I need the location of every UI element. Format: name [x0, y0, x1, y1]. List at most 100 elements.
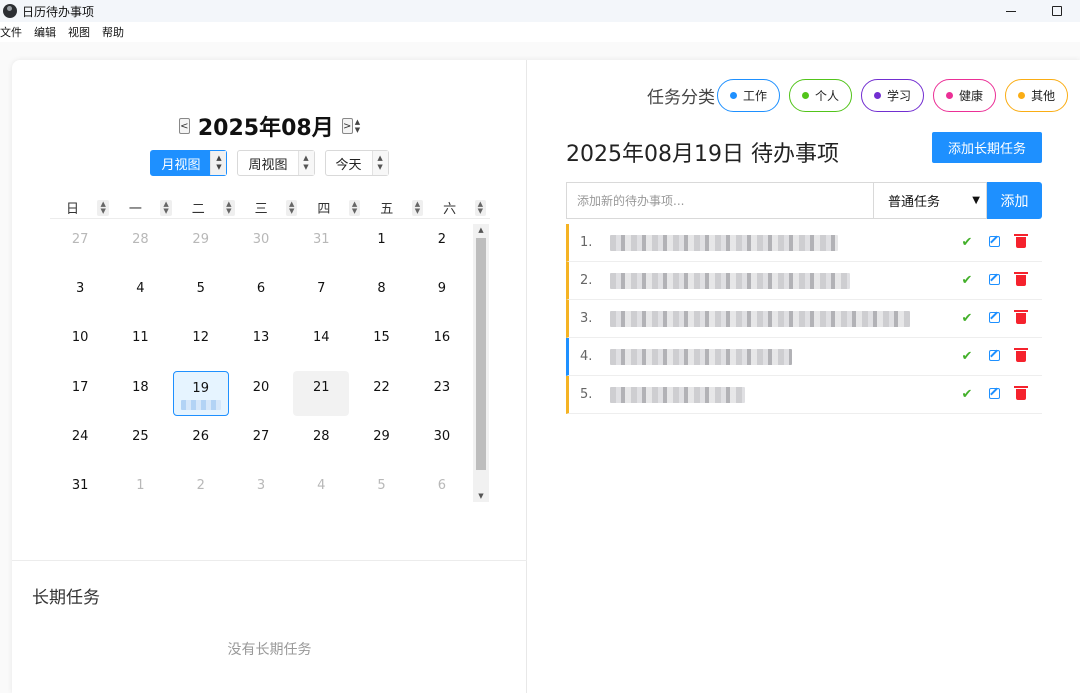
day-cell[interactable]: 3: [52, 272, 108, 317]
day-cell[interactable]: 27: [233, 420, 289, 465]
edit-icon[interactable]: [987, 235, 1001, 250]
day-cell[interactable]: 24: [52, 420, 108, 465]
day-cell[interactable]: 3: [233, 469, 289, 514]
day-cell[interactable]: 2: [414, 223, 470, 268]
check-icon[interactable]: ✔: [960, 274, 974, 287]
trash-icon[interactable]: [1014, 309, 1028, 327]
category-chip-4[interactable]: 其他: [1005, 79, 1069, 112]
day-cell[interactable]: 2: [173, 469, 229, 514]
day-cell[interactable]: 15: [353, 321, 409, 366]
view-button-0[interactable]: 月视图 ▲ ▼: [150, 150, 228, 176]
menu-help[interactable]: 帮助: [102, 24, 130, 40]
day-cell[interactable]: 14: [293, 321, 349, 366]
add-task-button[interactable]: 添加: [987, 182, 1042, 219]
day-cell[interactable]: 19: [172, 370, 229, 416]
day-cell[interactable]: 7: [293, 272, 349, 317]
new-task-input[interactable]: [566, 182, 873, 219]
category-chip-2[interactable]: 学习: [861, 79, 925, 112]
day-cell[interactable]: 11: [112, 321, 168, 366]
weekday-2: 二 ▲ ▼: [176, 197, 239, 218]
trash-icon[interactable]: [1014, 233, 1028, 251]
spinner-icon[interactable]: ▲ ▼: [210, 151, 227, 175]
day-cell[interactable]: 31: [52, 469, 108, 514]
day-cell[interactable]: 20: [233, 371, 289, 416]
day-cell[interactable]: 29: [173, 223, 229, 268]
trash-icon[interactable]: [1014, 271, 1028, 289]
next-month-button[interactable]: >: [341, 118, 353, 134]
check-icon[interactable]: ✔: [960, 388, 974, 401]
edit-icon[interactable]: [987, 387, 1001, 402]
day-cell[interactable]: 31: [293, 223, 349, 268]
day-cell[interactable]: 22: [353, 371, 409, 416]
sort-icon[interactable]: ▲ ▼: [160, 199, 172, 216]
day-cell[interactable]: 16: [414, 321, 470, 366]
sort-icon[interactable]: ▲ ▼: [97, 199, 109, 216]
check-icon[interactable]: ✔: [960, 236, 974, 249]
day-cell[interactable]: 27: [52, 223, 108, 268]
day-cell[interactable]: 29: [353, 420, 409, 465]
day-cell[interactable]: 26: [173, 420, 229, 465]
edit-icon[interactable]: [987, 311, 1001, 326]
trash-shape: [1014, 309, 1028, 324]
minimize-button[interactable]: [988, 0, 1034, 22]
day-cell[interactable]: 28: [293, 420, 349, 465]
maximize-button[interactable]: [1034, 0, 1080, 22]
day-cell[interactable]: 1: [112, 469, 168, 514]
day-cell[interactable]: 9: [414, 272, 470, 317]
category-chip-3[interactable]: 健康: [933, 79, 997, 112]
menu-edit[interactable]: 编辑: [34, 24, 62, 40]
task-row: 1. ✔: [566, 224, 1042, 262]
day-cell[interactable]: 6: [233, 272, 289, 317]
sort-icon[interactable]: ▲ ▼: [223, 199, 235, 216]
edit-icon[interactable]: [987, 273, 1001, 288]
calendar-scrollbar[interactable]: ▲ ▼: [473, 224, 489, 502]
day-cell[interactable]: 25: [112, 420, 168, 465]
sort-icon[interactable]: ▲ ▼: [286, 199, 298, 216]
trash-icon[interactable]: [1014, 347, 1028, 365]
category-chip-0[interactable]: 工作: [717, 79, 781, 112]
scroll-down-icon[interactable]: ▼: [473, 492, 489, 500]
category-chip-1[interactable]: 个人: [789, 79, 853, 112]
day-cell[interactable]: 30: [233, 223, 289, 268]
day-cell[interactable]: 1: [353, 223, 409, 268]
sort-icon[interactable]: ▲ ▼: [411, 199, 424, 216]
day-cell[interactable]: 4: [293, 469, 349, 514]
sort-icon[interactable]: ▲ ▼: [348, 199, 361, 216]
day-cell[interactable]: 4: [112, 272, 168, 317]
view-button-1[interactable]: 周视图 ▲ ▼: [237, 150, 315, 176]
day-cell[interactable]: 28: [112, 223, 168, 268]
check-icon[interactable]: ✔: [960, 312, 974, 325]
category-chip-label: 健康: [959, 89, 984, 103]
day-cell[interactable]: 6: [414, 469, 470, 514]
day-cell[interactable]: 5: [173, 272, 229, 317]
day-cell[interactable]: 13: [233, 321, 289, 366]
scrollbar-thumb[interactable]: [476, 238, 486, 470]
day-cell[interactable]: 10: [52, 321, 108, 366]
day-cell[interactable]: 21: [293, 370, 350, 416]
day-number: 29: [373, 428, 390, 444]
day-cell[interactable]: 30: [414, 420, 470, 465]
day-cell[interactable]: 5: [353, 469, 409, 514]
day-cell[interactable]: 12: [173, 321, 229, 366]
menu-file[interactable]: 文件: [0, 24, 28, 40]
check-icon[interactable]: ✔: [960, 350, 974, 363]
view-button-2[interactable]: 今天 ▲ ▼: [324, 150, 389, 176]
day-cell[interactable]: 8: [353, 272, 409, 317]
spinner-icon[interactable]: ▲ ▼: [297, 151, 314, 175]
menu-view[interactable]: 视图: [68, 24, 96, 40]
trash-icon[interactable]: [1014, 385, 1028, 403]
sort-icon[interactable]: ▲ ▼: [474, 199, 486, 216]
edit-icon[interactable]: [987, 349, 1001, 364]
task-type-select[interactable]: 普通任务 ▼: [873, 182, 987, 219]
spinner-icon[interactable]: ▲ ▼: [371, 151, 388, 175]
task-type-value: 普通任务: [888, 195, 941, 210]
day-cell[interactable]: 17: [52, 371, 108, 416]
day-cell[interactable]: 23: [414, 371, 470, 416]
scroll-up-icon[interactable]: ▲: [473, 226, 489, 234]
prev-month-button[interactable]: <: [178, 118, 190, 134]
category-dot-icon: [874, 92, 882, 99]
day-number: 30: [433, 428, 451, 444]
day-cell[interactable]: 18: [112, 371, 168, 416]
month-spinner-icon[interactable]: ▲ ▼: [355, 118, 360, 134]
add-long-task-button[interactable]: 添加长期任务: [932, 132, 1042, 163]
